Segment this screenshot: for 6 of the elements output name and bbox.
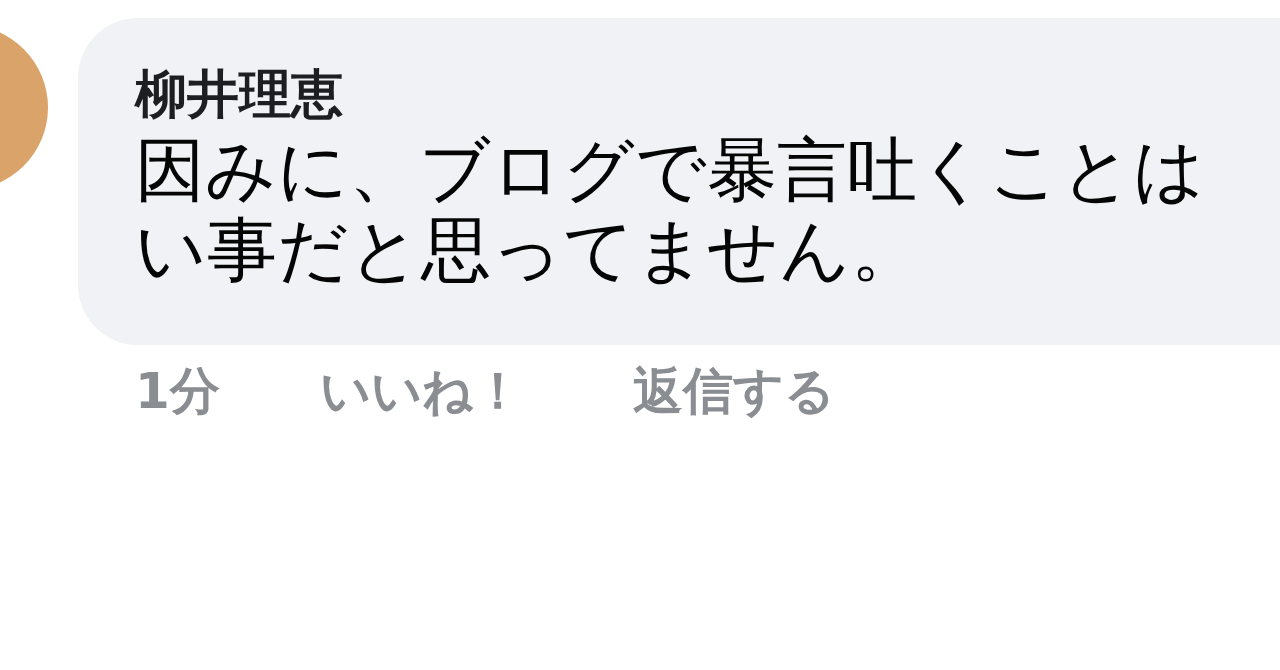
comment-text: い事だと思ってません。 (135, 210, 922, 290)
comment-text: 因みに、ブログで暴言吐くことは (135, 130, 1206, 210)
action-link[interactable]: いいね！ (319, 359, 523, 423)
timestamp: 1分 (135, 361, 220, 422)
author-name[interactable]: 柳井理恵 (135, 62, 1280, 126)
action-link[interactable]: 返信する (632, 359, 835, 423)
